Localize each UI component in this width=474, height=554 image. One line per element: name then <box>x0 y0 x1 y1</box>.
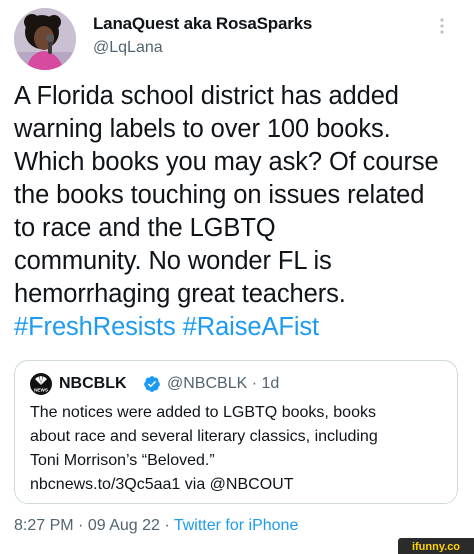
tweet-meta: 8:27 PM · 09 Aug 22 · Twitter for iPhone <box>14 517 298 535</box>
separator-dot: · <box>78 517 84 534</box>
svg-text:ifunny.co: ifunny.co <box>412 541 460 552</box>
quoted-tweet-card[interactable]: NEWS NBCBLK @NBCBLK · 1d The notices wer… <box>14 360 458 504</box>
quote-text: The notices were added to LGBTQ books, b… <box>30 401 450 497</box>
more-options-button[interactable] <box>430 14 454 38</box>
tweet-source-link[interactable]: Twitter for iPhone <box>174 517 299 534</box>
quote-text-line: about race and several literary classics… <box>30 428 378 445</box>
tweet-date[interactable]: 09 Aug 22 <box>88 517 160 534</box>
quote-author-name[interactable]: NBCBLK <box>59 373 127 395</box>
logo-label: NEWS <box>34 388 48 393</box>
ifunny-watermark: ifunny.co <box>398 538 474 554</box>
quote-text-line: nbcnews.to/3Qc5aa1 via @NBCOUT <box>30 476 294 493</box>
more-vertical-icon <box>440 18 444 34</box>
tweet-time[interactable]: 8:27 PM <box>14 517 74 534</box>
quote-meta: @NBCBLK · 1d <box>167 373 279 395</box>
quote-author-handle[interactable]: @NBCBLK <box>167 375 247 392</box>
author-avatar[interactable] <box>14 8 76 70</box>
nbc-peacock-logo: NEWS <box>30 373 52 395</box>
separator-dot: · <box>251 375 258 392</box>
tweet-text-line: warning labels to over 100 books. <box>14 115 391 143</box>
hashtag-link[interactable]: #FreshResists <box>14 313 176 341</box>
tweet-text: A Florida school district has added warni… <box>14 80 464 344</box>
verified-badge-icon <box>143 375 161 393</box>
quote-text-line: Toni Morrison’s “Beloved.” <box>30 452 215 469</box>
tweet-text-line: to race and the LGBTQ <box>14 214 276 242</box>
watermark-logo: ifunny.co <box>412 541 460 552</box>
avatar-image <box>14 8 76 70</box>
quote-age[interactable]: 1d <box>262 375 280 392</box>
tweet-text-line: A Florida school district has added <box>14 82 399 110</box>
quote-author-avatar[interactable]: NEWS <box>30 373 52 395</box>
tweet-text-line: the books touching on issues related <box>14 181 425 209</box>
quote-text-line: The notices were added to LGBTQ books, b… <box>30 404 376 421</box>
author-name[interactable]: LanaQuest aka RosaSparks <box>93 14 312 34</box>
author-handle[interactable]: @LqLana <box>93 39 163 57</box>
tweet-text-line: community. No wonder FL is <box>14 247 332 275</box>
separator-dot: · <box>164 517 170 534</box>
tweet-text-line: Which books you may ask? Of course <box>14 148 439 176</box>
tweet-text-line: hemorrhaging great teachers. <box>14 280 346 308</box>
hashtag-link[interactable]: #RaiseAFist <box>183 313 319 341</box>
